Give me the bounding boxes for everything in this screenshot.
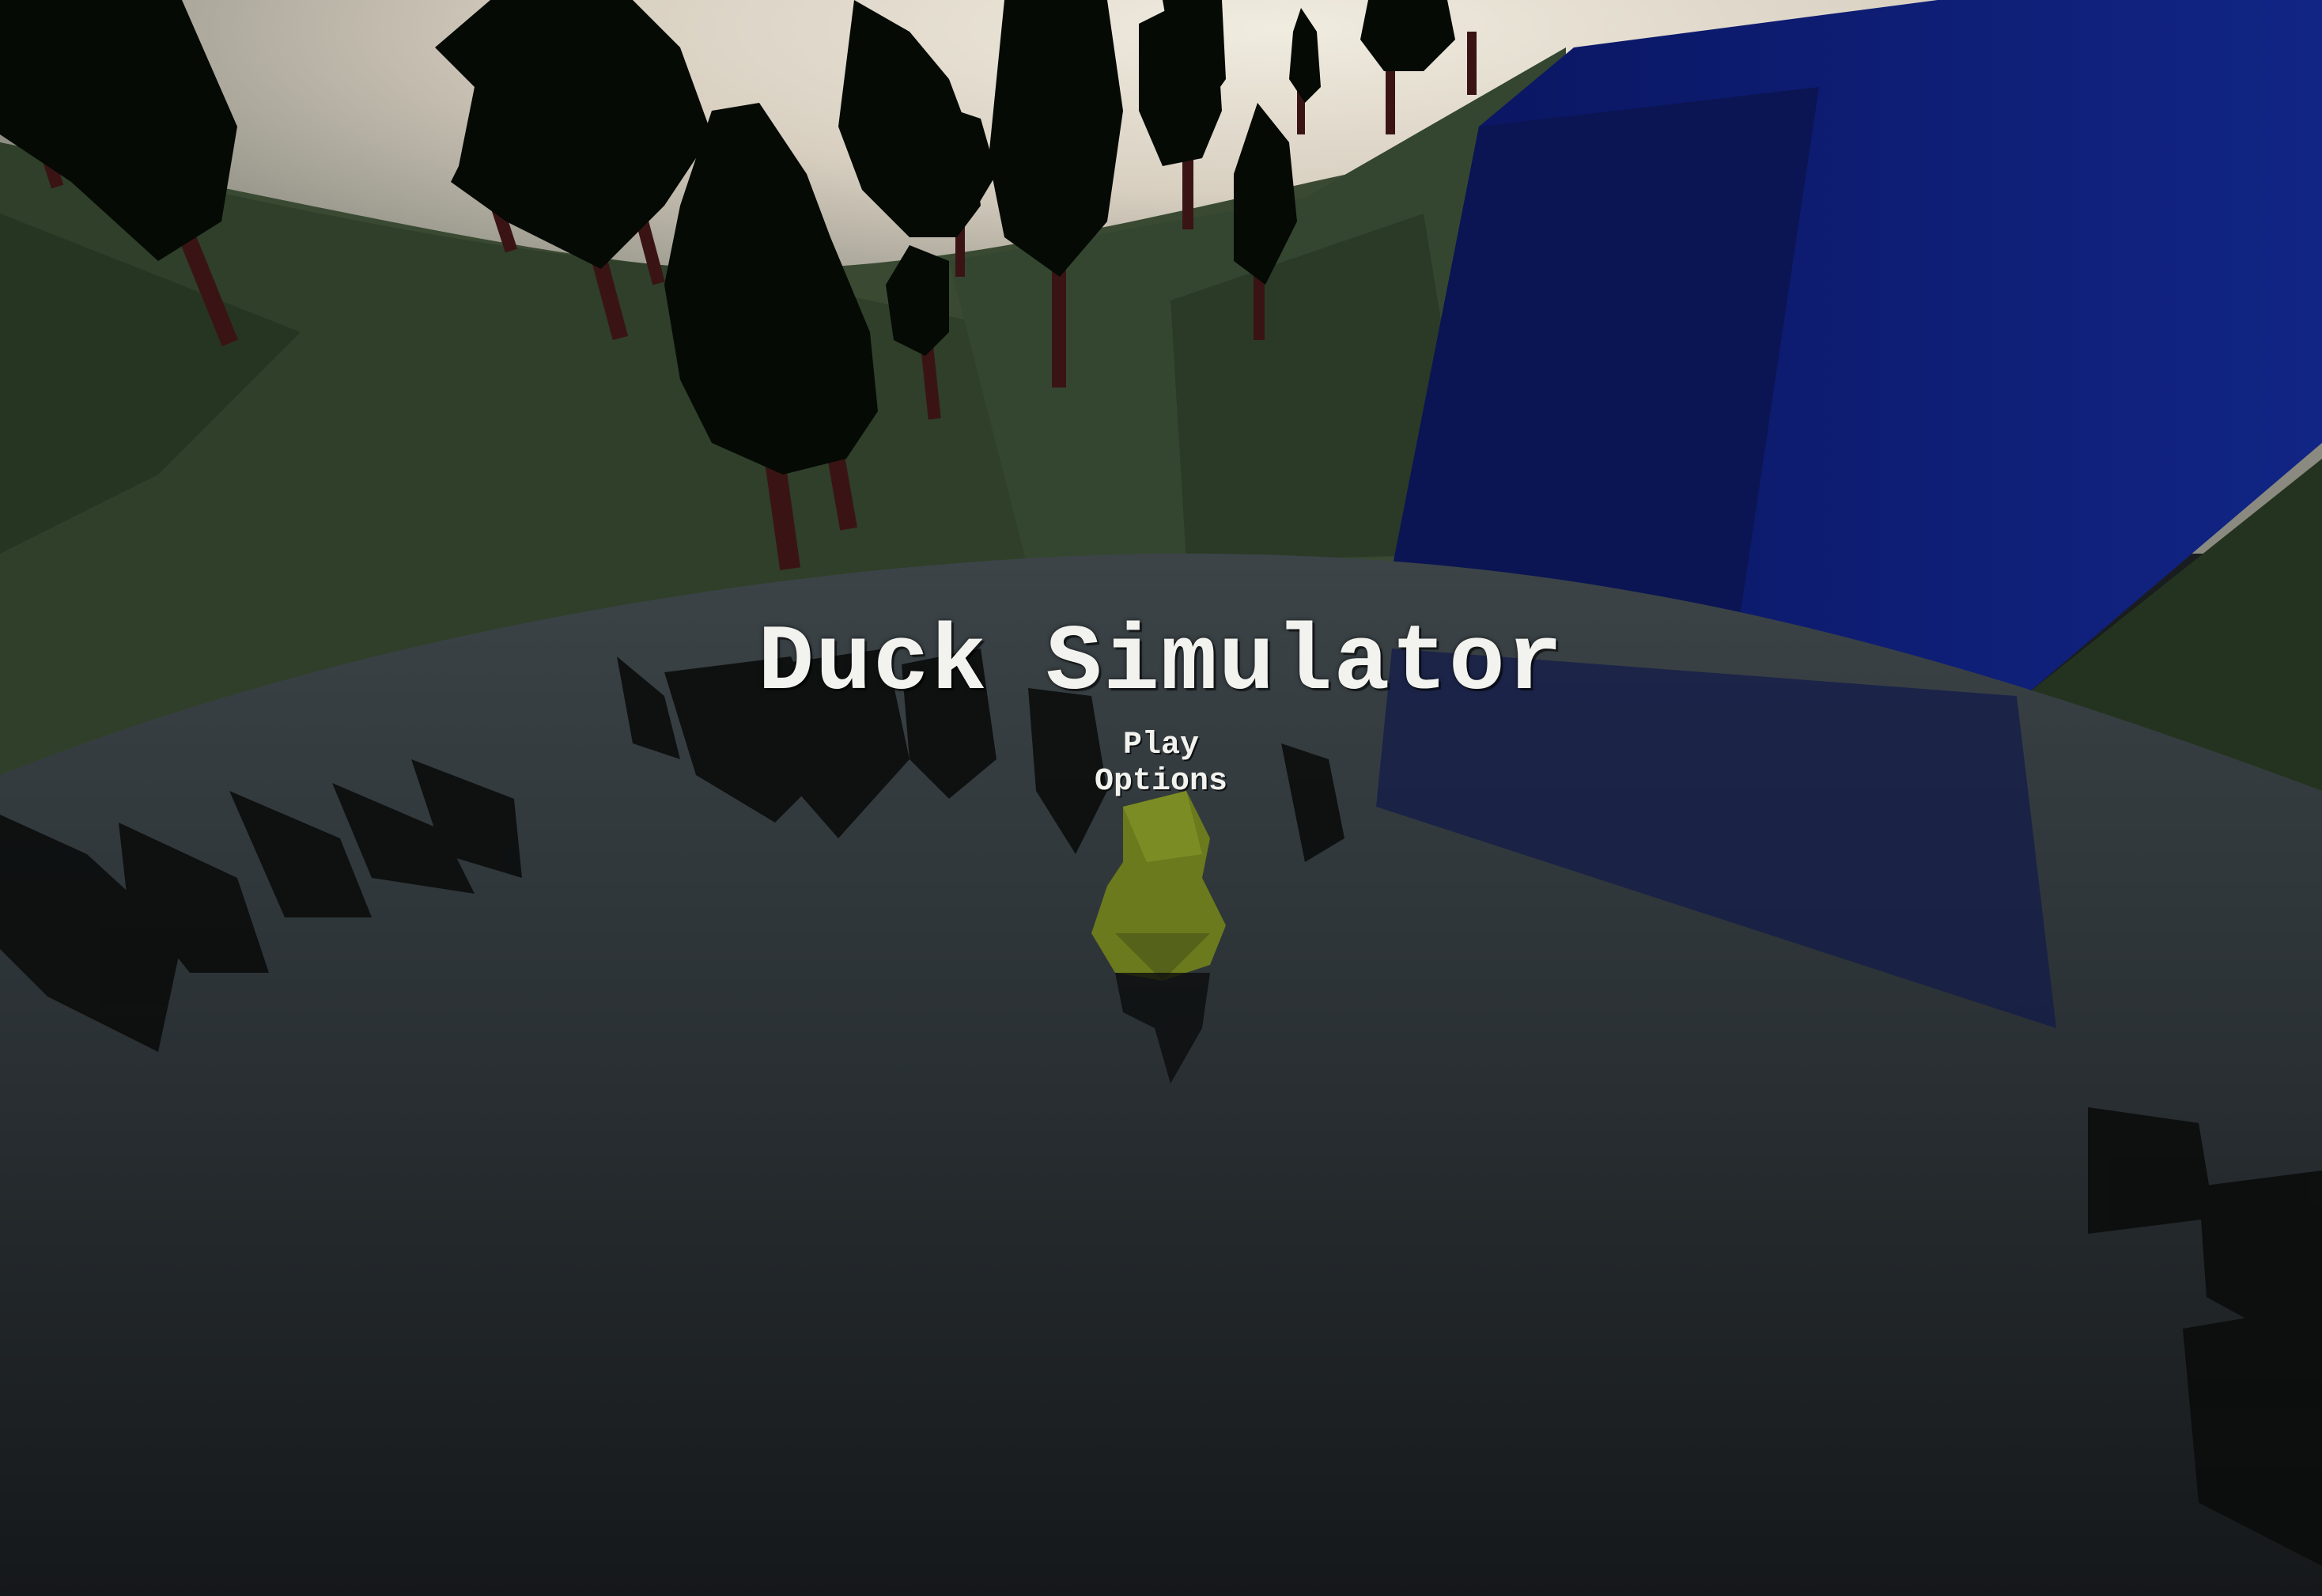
main-menu: Duck Simulator Play Options bbox=[0, 609, 2322, 800]
options-button[interactable]: Options bbox=[1066, 764, 1256, 800]
game-scene: Duck Simulator Play Options bbox=[0, 0, 2322, 1596]
play-button[interactable]: Play bbox=[1066, 728, 1256, 764]
game-title: Duck Simulator bbox=[758, 611, 1564, 717]
